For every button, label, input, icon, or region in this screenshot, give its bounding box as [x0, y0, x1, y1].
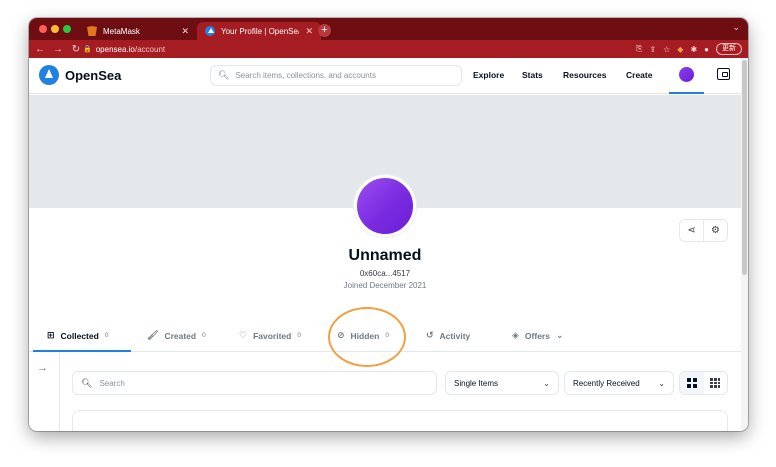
- items-search[interactable]: 🔍︎: [72, 371, 437, 395]
- browser-tab-opensea[interactable]: Your Profile | OpenSea ✕: [197, 22, 321, 40]
- tab-created[interactable]: 🖌︎ Created 0: [147, 330, 206, 341]
- bookmark-star-icon[interactable]: ☆: [663, 45, 670, 54]
- address-bar: ← → ↻ 🔒 opensea.io/account ⎘ ⇪ ☆ ◆ ✱ ● 更…: [29, 40, 748, 58]
- maximize-window-button[interactable]: [63, 25, 71, 33]
- nav-stats[interactable]: Stats: [522, 70, 543, 80]
- heart-icon: ♡: [239, 330, 248, 340]
- share-button[interactable]: ⋖: [680, 220, 703, 241]
- metamask-extension-icon[interactable]: ◆: [677, 45, 683, 54]
- new-tab-button[interactable]: +: [318, 24, 331, 37]
- profile-avatar-button[interactable]: [679, 67, 694, 82]
- view-mode-toggle: [679, 371, 728, 395]
- opensea-logo[interactable]: OpenSea: [39, 65, 121, 85]
- chevron-down-icon: ⌄: [543, 378, 550, 388]
- search-icon: 🔍︎: [218, 70, 230, 80]
- expand-filters-icon[interactable]: →: [37, 362, 48, 374]
- global-search-input[interactable]: [235, 71, 454, 80]
- paintbrush-icon: 🖌︎: [147, 330, 159, 340]
- url-field[interactable]: 🔒 opensea.io/account: [83, 43, 165, 55]
- profile-actions: ⋖ ⚙: [679, 219, 728, 242]
- nav-explore[interactable]: Explore: [473, 70, 504, 80]
- nav-create[interactable]: Create: [626, 70, 652, 80]
- tab-favorited[interactable]: ♡ Favorited 0: [239, 330, 301, 341]
- forward-arrow-icon[interactable]: →: [51, 44, 65, 55]
- update-button[interactable]: 更新: [716, 43, 742, 55]
- share-icon: ⋖: [687, 225, 696, 236]
- close-icon[interactable]: ✕: [181, 26, 189, 37]
- reload-icon[interactable]: ↻: [69, 44, 83, 55]
- small-grid-button[interactable]: [704, 372, 728, 394]
- active-nav-indicator: [669, 92, 704, 94]
- chevron-down-icon[interactable]: ⌄: [732, 22, 740, 33]
- small-grid-icon: [710, 378, 721, 388]
- site-header: OpenSea 🔍︎ Explore Stats Resources Creat…: [29, 58, 741, 94]
- opensea-icon: [205, 26, 215, 36]
- results-panel: [72, 410, 728, 431]
- url-domain: opensea.io/account: [95, 44, 166, 54]
- sort-value: Recently Received: [573, 378, 640, 388]
- active-tab-indicator: [33, 350, 131, 352]
- large-grid-icon: [687, 378, 697, 388]
- wallet-icon[interactable]: [717, 68, 730, 80]
- metamask-icon: [87, 26, 97, 36]
- nav-resources[interactable]: Resources: [563, 70, 606, 80]
- tab-count: 0: [297, 332, 301, 339]
- collection-icon: ⊞: [47, 330, 55, 340]
- settings-button[interactable]: ⚙: [703, 220, 727, 241]
- tab-strip: MetaMask ✕ Your Profile | OpenSea ✕ + ⌄: [29, 18, 748, 40]
- browser-tab-title: Your Profile | OpenSea: [221, 26, 300, 36]
- annotation-circle: [328, 307, 406, 367]
- profile-icon[interactable]: ●: [704, 45, 709, 54]
- tab-activity[interactable]: ↺ Activity: [426, 330, 470, 341]
- chevron-down-icon: ⌄: [555, 330, 564, 340]
- search-icon: 🔍︎: [81, 377, 93, 388]
- close-window-button[interactable]: [39, 25, 47, 33]
- tab-offers[interactable]: ◈ Offers ⌄: [512, 330, 564, 341]
- tab-count: 0: [202, 332, 206, 339]
- wallet-address[interactable]: 0x60ca...4517: [29, 269, 741, 278]
- items-search-input[interactable]: [99, 378, 428, 388]
- item-type-select[interactable]: Single Items ⌄: [445, 371, 559, 395]
- translate-icon[interactable]: ⎘: [636, 44, 642, 54]
- global-search[interactable]: 🔍︎: [210, 65, 462, 86]
- brand-name: OpenSea: [65, 67, 122, 83]
- extensions-puzzle-icon[interactable]: ✱: [690, 45, 697, 54]
- back-arrow-icon[interactable]: ←: [33, 44, 47, 55]
- scrollbar-thumb[interactable]: [742, 60, 747, 275]
- browser-tab-title: MetaMask: [103, 26, 140, 36]
- tab-count: 0: [104, 332, 109, 339]
- sort-select[interactable]: Recently Received ⌄: [564, 371, 674, 395]
- tag-icon: ◈: [512, 330, 519, 340]
- profile-avatar: [354, 175, 416, 237]
- close-icon[interactable]: ✕: [305, 26, 313, 37]
- item-type-value: Single Items: [454, 378, 499, 388]
- history-icon: ↺: [426, 330, 434, 340]
- browser-tab-metamask[interactable]: MetaMask ✕: [79, 22, 197, 40]
- profile-name: Unnamed: [348, 247, 422, 264]
- joined-date: Joined December 2021: [343, 281, 427, 290]
- page-scrollbar[interactable]: [741, 58, 748, 431]
- lock-icon: 🔒: [83, 46, 92, 53]
- browser-toolbar-icons: ⎘ ⇪ ☆ ◆ ✱ ● 更新: [636, 42, 742, 56]
- minimize-window-button[interactable]: [51, 25, 59, 33]
- tab-collected[interactable]: ⊞ Collected 0: [47, 330, 108, 341]
- chevron-down-icon: ⌄: [658, 378, 665, 388]
- sidebar-divider: [59, 353, 60, 431]
- share-icon[interactable]: ⇪: [649, 45, 656, 54]
- gear-icon: ⚙: [711, 225, 720, 236]
- browser-window: MetaMask ✕ Your Profile | OpenSea ✕ + ⌄ …: [29, 18, 748, 431]
- opensea-logo-icon: [39, 65, 59, 85]
- large-grid-button[interactable]: [680, 372, 704, 394]
- opensea-page: OpenSea 🔍︎ Explore Stats Resources Creat…: [29, 58, 741, 431]
